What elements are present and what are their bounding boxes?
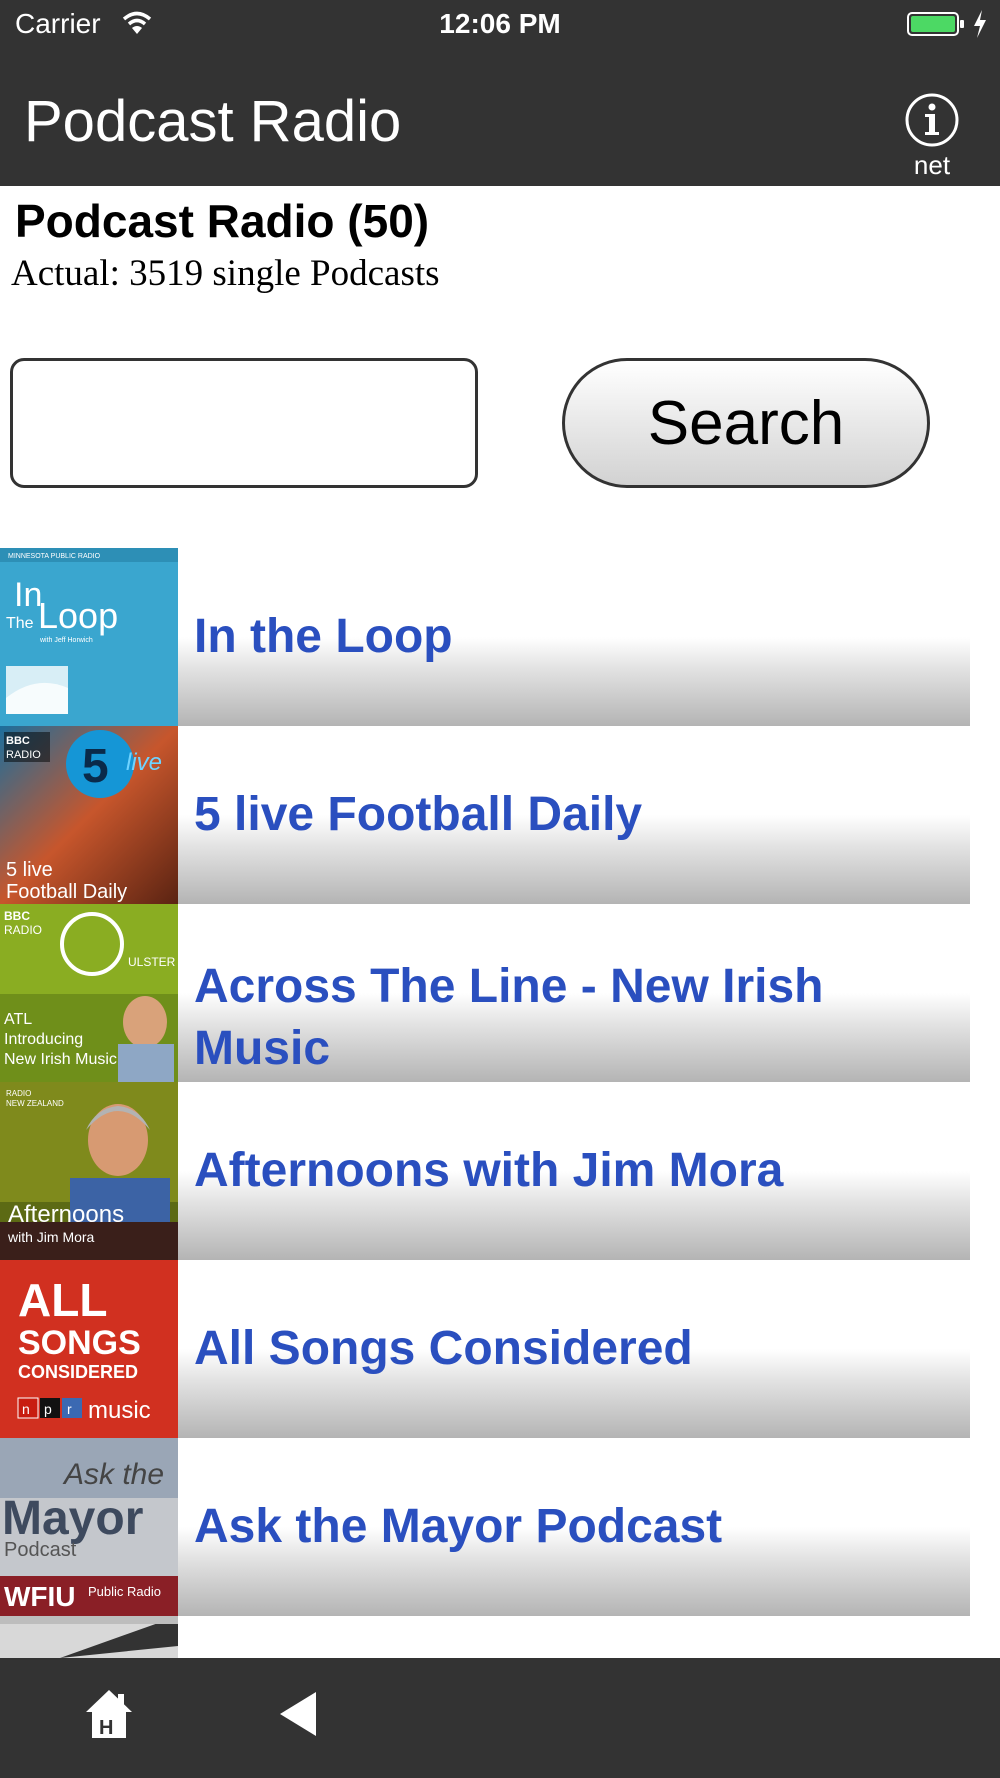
podcast-thumbnail[interactable]: RADIO NEW ZEALAND Afternoons with Jim Mo…: [0, 1082, 178, 1260]
svg-text:Afternoons: Afternoons: [8, 1201, 124, 1228]
svg-text:ATL: ATL: [4, 1011, 32, 1028]
svg-text:Ask the: Ask the: [62, 1458, 164, 1491]
search-button[interactable]: Search: [562, 358, 930, 488]
svg-text:RADIO: RADIO: [4, 923, 42, 937]
list-item[interactable]: RADIO NEW ZEALAND Afternoons with Jim Mo…: [0, 1082, 970, 1260]
podcast-row-bar[interactable]: Ask the Mayor Podcast: [178, 1438, 970, 1616]
svg-text:NEW ZEALAND: NEW ZEALAND: [6, 1099, 64, 1108]
clock-label: 12:06 PM: [439, 8, 561, 39]
svg-text:Introducing: Introducing: [4, 1031, 83, 1048]
list-item[interactable]: BBC RADIO 5 live 5 live Football Daily 5…: [0, 726, 970, 904]
podcast-title[interactable]: Across The Line - New Irish Music: [194, 904, 934, 1082]
podcast-title[interactable]: 5 live Football Daily: [194, 726, 934, 904]
svg-text:CONSIDERED: CONSIDERED: [18, 1362, 138, 1382]
svg-text:with Jim Mora: with Jim Mora: [7, 1229, 95, 1245]
svg-text:New Irish Music: New Irish Music: [4, 1051, 117, 1068]
podcast-title[interactable]: Afternoons with Jim Mora: [194, 1082, 934, 1260]
page-title: Podcast Radio (50): [15, 195, 430, 247]
home-icon[interactable]: H: [84, 1688, 134, 1740]
svg-text:BBC: BBC: [6, 735, 30, 747]
podcast-title[interactable]: Ask the Mayor Podcast: [194, 1438, 934, 1616]
list-item[interactable]: MINNESOTA PUBLIC RADIO In The Loop with …: [0, 548, 970, 726]
bottom-toolbar: H: [0, 1658, 1000, 1778]
svg-text:RADIO: RADIO: [6, 1089, 31, 1098]
podcast-row-bar[interactable]: [178, 1616, 970, 1658]
svg-text:5 live: 5 live: [6, 859, 53, 881]
podcast-thumbnail[interactable]: Ask the Mayor Podcast WFIU Public Radio: [0, 1438, 178, 1616]
svg-text:MINNESOTA PUBLIC RADIO: MINNESOTA PUBLIC RADIO: [8, 553, 101, 560]
podcast-thumbnail[interactable]: [0, 1616, 178, 1658]
podcast-row-bar[interactable]: In the Loop: [178, 548, 970, 726]
list-item[interactable]: ALL SONGS CONSIDERED n p r music All Son…: [0, 1260, 970, 1438]
svg-text:music: music: [88, 1397, 151, 1424]
battery-icon: [907, 12, 964, 36]
podcast-thumbnail[interactable]: ALL SONGS CONSIDERED n p r music: [0, 1260, 178, 1438]
svg-text:ULSTER: ULSTER: [128, 955, 176, 969]
svg-text:Mayor: Mayor: [2, 1492, 143, 1545]
charging-icon: [974, 10, 986, 38]
list-item[interactable]: BBC RADIO ULSTER ATL Introducing New Iri…: [0, 904, 970, 1082]
info-button[interactable]: net: [900, 92, 964, 192]
svg-text:Public Radio: Public Radio: [88, 1584, 161, 1599]
podcast-count-label: Actual: 3519 single Podcasts: [11, 253, 440, 294]
podcast-list[interactable]: MINNESOTA PUBLIC RADIO In The Loop with …: [0, 548, 970, 1658]
podcast-title[interactable]: In the Loop: [194, 548, 934, 726]
svg-text:5: 5: [82, 740, 109, 793]
app-title: Podcast Radio: [24, 89, 402, 154]
svg-text:SONGS: SONGS: [18, 1324, 141, 1362]
podcast-thumbnail[interactable]: BBC RADIO ULSTER ATL Introducing New Iri…: [0, 904, 178, 1082]
podcast-row-bar[interactable]: 5 live Football Daily: [178, 726, 970, 904]
svg-text:RADIO: RADIO: [6, 749, 41, 761]
podcast-row-bar[interactable]: All Songs Considered: [178, 1260, 970, 1438]
podcast-thumbnail[interactable]: MINNESOTA PUBLIC RADIO In The Loop with …: [0, 548, 178, 726]
podcast-row-bar[interactable]: Afternoons with Jim Mora: [178, 1082, 970, 1260]
svg-text:H: H: [99, 1717, 113, 1739]
podcast-title[interactable]: All Songs Considered: [194, 1260, 934, 1438]
list-item[interactable]: [0, 1616, 970, 1658]
svg-text:with Jeff Horwich: with Jeff Horwich: [39, 637, 93, 644]
podcast-row-bar[interactable]: Across The Line - New Irish Music: [178, 904, 970, 1082]
info-icon: [905, 93, 959, 147]
status-bar: Carrier 12:06 PM: [0, 0, 1000, 50]
svg-text:r: r: [67, 1401, 72, 1417]
svg-text:ALL: ALL: [18, 1274, 107, 1326]
podcast-thumbnail[interactable]: BBC RADIO 5 live 5 live Football Daily: [0, 726, 178, 904]
list-item[interactable]: Ask the Mayor Podcast WFIU Public Radio …: [0, 1438, 970, 1616]
svg-text:n: n: [22, 1401, 30, 1417]
svg-text:live: live: [126, 749, 162, 776]
back-icon[interactable]: [278, 1690, 318, 1738]
nav-bar: Podcast Radio net: [0, 50, 1000, 186]
search-input[interactable]: [10, 358, 478, 488]
svg-text:Podcast: Podcast: [4, 1539, 77, 1561]
svg-text:The: The: [6, 615, 34, 632]
svg-text:Football Daily: Football Daily: [6, 881, 127, 903]
svg-text:p: p: [44, 1401, 52, 1417]
svg-text:BBC: BBC: [4, 909, 30, 923]
info-label: net: [913, 150, 951, 180]
svg-text:WFIU: WFIU: [4, 1581, 76, 1612]
svg-text:Loop: Loop: [38, 595, 118, 636]
